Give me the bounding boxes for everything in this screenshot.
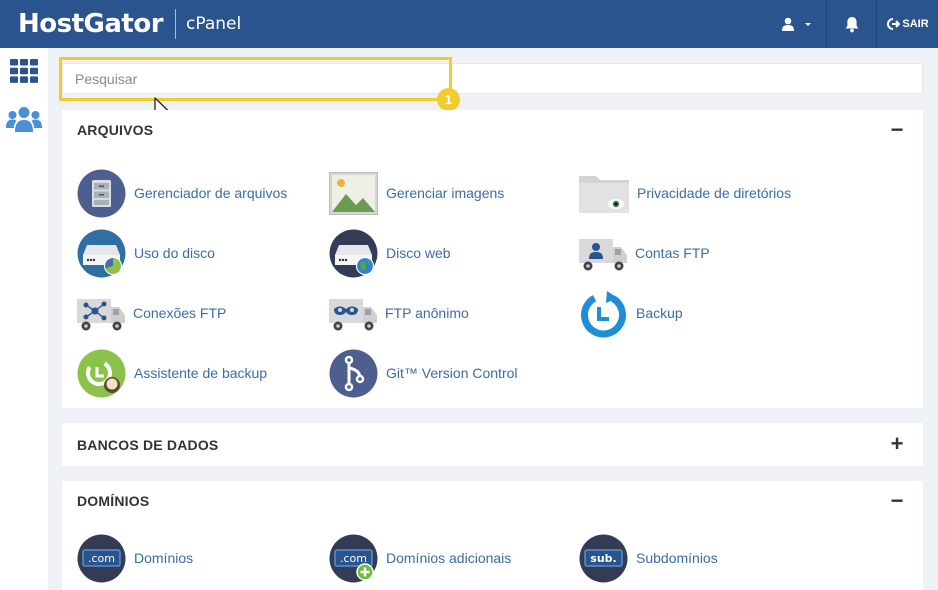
grid-icon: [10, 59, 38, 83]
backup-label: Backup: [636, 305, 683, 321]
user-menu-button[interactable]: [768, 0, 826, 48]
directory-privacy-link[interactable]: Privacidade de diretórios: [579, 168, 791, 218]
panel-domains-header[interactable]: DOMÍNIOS −: [62, 481, 923, 521]
git-label: Git™ Version Control: [386, 365, 518, 381]
bell-icon: [845, 16, 858, 32]
images-label: Gerenciar imagens: [386, 185, 505, 201]
directory-privacy-icon: [579, 176, 629, 213]
ftp-connections-label: Conexões FTP: [133, 305, 227, 321]
domains-link[interactable]: .com Domínios: [77, 533, 193, 583]
panel-files-title: ARQUIVOS: [77, 122, 154, 138]
panel-databases: BANCOS DE DADOS +: [62, 423, 923, 466]
addon-domains-icon: .com: [329, 534, 378, 582]
ftp-accounts-label: Contas FTP: [635, 245, 710, 261]
brand-logo[interactable]: HostGator: [18, 9, 164, 39]
web-disk-label: Disco web: [386, 245, 451, 261]
ftp-connections-link[interactable]: Conexões FTP: [77, 288, 226, 338]
domains-badge: .com: [88, 552, 115, 565]
disk-usage-label: Uso do disco: [134, 245, 215, 261]
caret-down-icon: [805, 23, 811, 26]
addon-domains-label: Domínios adicionais: [386, 550, 512, 566]
backup-wizard-label: Assistente de backup: [134, 365, 268, 381]
addon-domains-link[interactable]: .com Domínios adicionais: [329, 533, 511, 583]
product-name: cPanel: [186, 14, 242, 34]
anonymous-ftp-icon: [329, 299, 377, 331]
panel-domains: DOMÍNIOS − .com Domínios .com Domínios a…: [62, 481, 923, 590]
subdomains-link[interactable]: sub. Subdomínios: [579, 533, 718, 583]
panel-files: ARQUIVOS − Gerenciador de arquivos Geren…: [62, 110, 923, 408]
panel-databases-title: BANCOS DE DADOS: [77, 436, 219, 453]
images-icon: [329, 171, 378, 215]
collapse-icon[interactable]: −: [888, 487, 906, 515]
ftp-accounts-icon: [579, 239, 627, 271]
brand-divider: [175, 9, 177, 39]
tutorial-highlight-frame: [59, 57, 452, 101]
sidebar-item-users[interactable]: [0, 98, 48, 140]
tutorial-step-badge: 1: [437, 88, 460, 111]
anonymous-ftp-link[interactable]: FTP anônimo: [329, 288, 469, 338]
panel-databases-header[interactable]: BANCOS DE DADOS +: [62, 423, 923, 466]
disk-usage-link[interactable]: Uso do disco: [77, 228, 215, 278]
user-icon: [782, 17, 794, 31]
ftp-accounts-link[interactable]: Contas FTP: [579, 228, 710, 278]
backup-link[interactable]: Backup: [579, 288, 683, 338]
expand-icon[interactable]: +: [888, 430, 906, 458]
addon-domains-badge: .com: [340, 552, 367, 565]
file-manager-icon: [77, 169, 126, 217]
panel-domains-title: DOMÍNIOS: [77, 493, 150, 509]
ftp-connections-icon: [77, 299, 125, 331]
file-manager-link[interactable]: Gerenciador de arquivos: [77, 168, 287, 218]
panel-files-header[interactable]: ARQUIVOS −: [62, 110, 923, 150]
subdomains-label: Subdomínios: [636, 550, 718, 566]
sidebar: [0, 48, 48, 590]
anonymous-ftp-label: FTP anônimo: [385, 305, 469, 321]
file-manager-label: Gerenciador de arquivos: [134, 185, 288, 201]
users-icon: [6, 107, 42, 132]
images-link[interactable]: Gerenciar imagens: [329, 168, 504, 218]
top-bar-actions: SAIR: [768, 0, 938, 48]
disk-usage-icon: [77, 229, 126, 277]
subdomains-badge: sub.: [590, 552, 616, 565]
logout-button[interactable]: SAIR: [876, 0, 938, 48]
collapse-icon[interactable]: −: [888, 116, 906, 144]
notifications-button[interactable]: [826, 0, 876, 48]
logout-icon: [887, 18, 901, 30]
git-link[interactable]: Git™ Version Control: [329, 348, 518, 398]
git-icon: [329, 349, 378, 397]
backup-wizard-link[interactable]: Assistente de backup: [77, 348, 267, 398]
web-disk-icon: [329, 229, 378, 277]
backup-icon: [581, 290, 626, 337]
directory-privacy-label: Privacidade de diretórios: [637, 185, 792, 201]
sidebar-item-home[interactable]: [0, 50, 48, 92]
backup-wizard-icon: [77, 349, 126, 397]
top-bar: HostGator cPanel SAIR: [0, 0, 938, 48]
domains-icon: .com: [77, 534, 126, 582]
logout-label: SAIR: [902, 18, 929, 30]
web-disk-link[interactable]: Disco web: [329, 228, 451, 278]
domains-label: Domínios: [134, 550, 194, 566]
subdomains-icon: sub.: [579, 534, 628, 582]
